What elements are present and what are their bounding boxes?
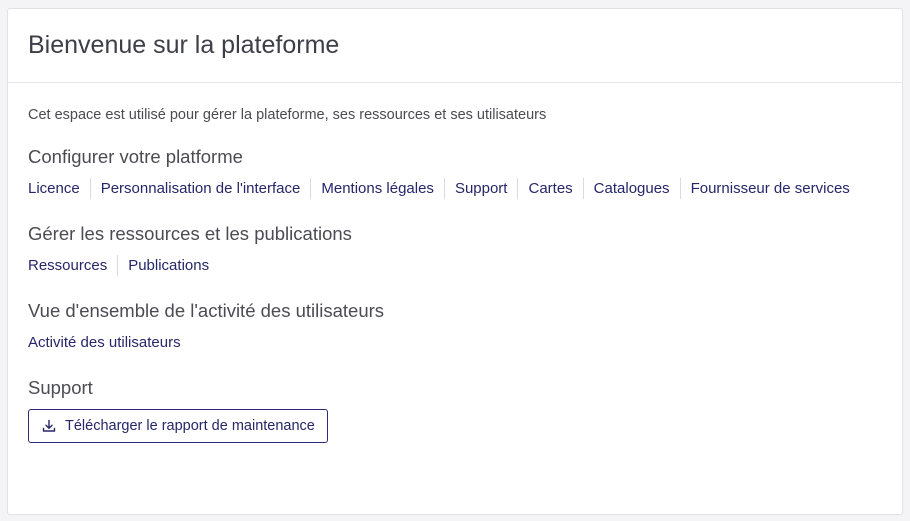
activity-links: Activité des utilisateurs <box>28 332 882 353</box>
activity-section: Vue d'ensemble de l'activité des utilisa… <box>28 300 882 353</box>
support-section-title: Support <box>28 377 93 398</box>
configure-section: Configurer votre platforme Licence Perso… <box>28 146 882 199</box>
link-user-activity[interactable]: Activité des utilisateurs <box>28 332 191 353</box>
link-publications[interactable]: Publications <box>117 255 219 276</box>
link-catalogues[interactable]: Catalogues <box>582 178 680 199</box>
card-header: Bienvenue sur la plateforme <box>8 9 902 83</box>
configure-section-title: Configurer votre platforme <box>28 146 243 167</box>
card-body: Cet espace est utilisé pour gérer la pla… <box>8 83 902 443</box>
admin-home-card: Bienvenue sur la plateforme Cet espace e… <box>7 8 903 515</box>
link-legal-notices[interactable]: Mentions légales <box>310 178 444 199</box>
download-icon <box>42 419 56 432</box>
link-service-provider[interactable]: Fournisseur de services <box>679 178 860 199</box>
download-maintenance-report-button[interactable]: Télécharger le rapport de maintenance <box>28 409 328 443</box>
page-title: Bienvenue sur la plateforme <box>28 31 340 59</box>
link-resources[interactable]: Ressources <box>28 255 117 276</box>
resources-links: Ressources Publications <box>28 255 882 276</box>
link-licence[interactable]: Licence <box>28 178 90 199</box>
configure-links: Licence Personnalisation de l'interface … <box>28 178 882 199</box>
download-button-label: Télécharger le rapport de maintenance <box>65 418 315 434</box>
link-support[interactable]: Support <box>443 178 518 199</box>
resources-section: Gérer les ressources et les publications… <box>28 223 882 276</box>
link-interface-customization[interactable]: Personnalisation de l'interface <box>89 178 311 199</box>
resources-section-title: Gérer les ressources et les publications <box>28 223 352 244</box>
link-maps[interactable]: Cartes <box>517 178 582 199</box>
activity-section-title: Vue d'ensemble de l'activité des utilisa… <box>28 300 385 321</box>
intro-text: Cet espace est utilisé pour gérer la pla… <box>28 107 547 123</box>
support-section: Support Télécharger le rapport de mainte… <box>28 377 882 443</box>
